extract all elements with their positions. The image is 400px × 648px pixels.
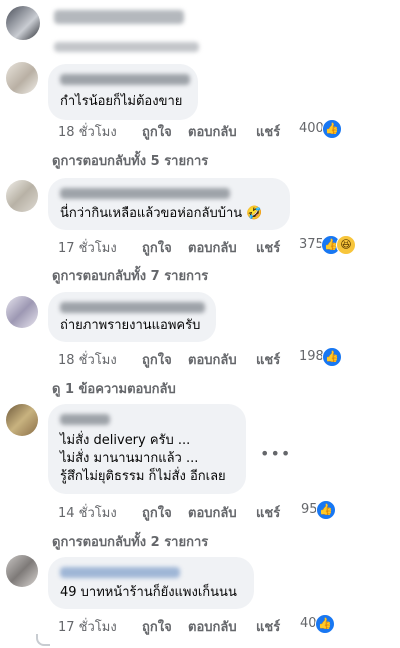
reply-button[interactable]: ตอบกลับ: [188, 237, 237, 258]
comment-time[interactable]: 18 ชั่วโมง: [58, 121, 117, 142]
avatar[interactable]: [6, 296, 38, 328]
more-options-icon[interactable]: •••: [260, 444, 291, 463]
commenter-name-blurred[interactable]: [60, 414, 110, 425]
comment-time[interactable]: 18 ชั่วโมง: [58, 349, 117, 370]
avatar[interactable]: [6, 6, 40, 40]
reply-button[interactable]: ตอบกลับ: [188, 349, 237, 370]
reply-button[interactable]: ตอบกลับ: [188, 616, 237, 637]
comment-time[interactable]: 17 ชั่วโมง: [58, 616, 117, 637]
comment-text-blurred: [54, 42, 199, 52]
share-button[interactable]: แชร์: [256, 616, 280, 637]
like-icon: 👍: [315, 614, 335, 634]
like-button[interactable]: ถูกใจ: [142, 616, 172, 637]
reaction-count[interactable]: 198: [299, 349, 324, 364]
like-icon: 👍: [322, 347, 342, 367]
avatar[interactable]: [6, 555, 38, 587]
like-button[interactable]: ถูกใจ: [142, 121, 172, 142]
comment-bubble: กำไรน้อยก็ไม่ต้องขาย: [48, 64, 198, 120]
share-button[interactable]: แชร์: [256, 121, 280, 142]
commenter-name-blurred[interactable]: [60, 567, 180, 578]
comment-time[interactable]: 17 ชั่วโมง: [58, 237, 117, 258]
comment-text: นี่กว่ากินเหลือแล้วขอห่อกลับบ้าน 🤣: [60, 206, 263, 221]
like-icon: 👍: [322, 119, 342, 139]
comment-time[interactable]: 14 ชั่วโมง: [58, 502, 117, 523]
commenter-name-blurred[interactable]: [60, 302, 205, 313]
avatar[interactable]: [6, 62, 38, 94]
reply-button[interactable]: ตอบกลับ: [188, 502, 237, 523]
share-button[interactable]: แชร์: [256, 237, 280, 258]
like-button[interactable]: ถูกใจ: [142, 502, 172, 523]
reply-button[interactable]: ตอบกลับ: [188, 121, 237, 142]
like-icon: 👍: [316, 500, 336, 520]
share-button[interactable]: แชร์: [256, 502, 280, 523]
haha-icon: 😆: [336, 235, 356, 255]
comment-bubble: ถ่ายภาพรายงานแอพครับ: [48, 292, 216, 342]
comment-bubble: 49 บาทหน้าร้านก็ยังแพงเก็นนน: [48, 557, 254, 609]
commenter-name-blurred[interactable]: [60, 188, 230, 199]
commenter-name-blurred[interactable]: [60, 74, 190, 85]
view-replies-link[interactable]: ดูการตอบกลับทั้ง 7 รายการ: [52, 265, 208, 286]
comment-text: 49 บาทหน้าร้านก็ยังแพงเก็นนน: [60, 585, 237, 600]
like-button[interactable]: ถูกใจ: [142, 237, 172, 258]
share-button[interactable]: แชร์: [256, 349, 280, 370]
view-replies-link[interactable]: ดู 1 ข้อความตอบกลับ: [52, 378, 176, 399]
reply-thread-connector: [36, 634, 50, 646]
comment-text: ไม่สั่ง delivery ครับ ...: [60, 433, 191, 448]
comment-text: รู้สึกไม่ยุติธรรม ก็ไม่สั่ง อีกเลย: [60, 469, 226, 484]
reaction-count[interactable]: 400: [299, 121, 324, 136]
like-button[interactable]: ถูกใจ: [142, 349, 172, 370]
avatar[interactable]: [6, 180, 38, 212]
comment-bubble: ไม่สั่ง delivery ครับ ... ไม่สั่ง มานานม…: [48, 404, 246, 494]
comment-bubble: นี่กว่ากินเหลือแล้วขอห่อกลับบ้าน 🤣: [48, 178, 290, 230]
view-replies-link[interactable]: ดูการตอบกลับทั้ง 2 รายการ: [52, 531, 208, 552]
avatar[interactable]: [6, 404, 38, 436]
comment-text: ถ่ายภาพรายงานแอพครับ: [60, 318, 201, 333]
comment-text: ไม่สั่ง มานานมากแล้ว ...: [60, 451, 199, 466]
commenter-name-blurred[interactable]: [54, 10, 184, 24]
view-replies-link[interactable]: ดูการตอบกลับทั้ง 5 รายการ: [52, 150, 208, 171]
comment-text: กำไรน้อยก็ไม่ต้องขาย: [60, 94, 183, 109]
